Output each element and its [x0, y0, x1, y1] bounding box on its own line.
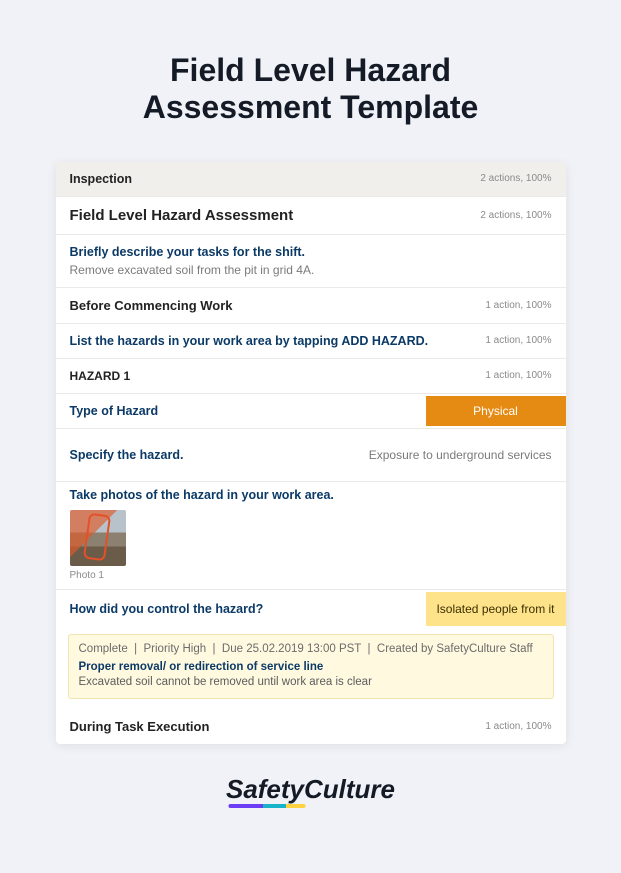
during-meta: 1 action, 100%: [485, 721, 551, 732]
hazard1-row: HAZARD 1 1 action, 100%: [56, 359, 566, 394]
control-prompt: How did you control the hazard?: [70, 590, 264, 628]
tasks-prompt-row: Briefly describe your tasks for the shif…: [56, 235, 566, 261]
during-heading: During Task Execution: [70, 719, 210, 734]
before-heading: Before Commencing Work: [70, 298, 233, 313]
specify-row: Specify the hazard. Exposure to undergro…: [56, 429, 566, 483]
control-row: How did you control the hazard? Isolated…: [56, 590, 566, 628]
specify-prompt: Specify the hazard.: [70, 448, 184, 462]
type-value-badge[interactable]: Physical: [426, 396, 566, 426]
brand-underline-icon: [228, 804, 305, 808]
photos-block: Take photos of the hazard in your work a…: [56, 482, 566, 590]
type-label: Type of Hazard: [70, 394, 159, 428]
list-hazards-prompt: List the hazards in your work area by ta…: [70, 334, 429, 348]
tasks-value: Remove excavated soil from the pit in gr…: [70, 263, 315, 277]
assessment-title: Field Level Hazard Assessment: [70, 207, 294, 224]
during-heading-row: During Task Execution 1 action, 100%: [56, 709, 566, 744]
action-due: Due 25.02.2019 13:00 PST: [222, 643, 361, 655]
control-value-badge[interactable]: Isolated people from it: [426, 592, 566, 626]
before-meta: 1 action, 100%: [485, 300, 551, 311]
before-heading-row: Before Commencing Work 1 action, 100%: [56, 288, 566, 324]
assessment-title-row: Field Level Hazard Assessment 2 actions,…: [56, 197, 566, 235]
assessment-meta: 2 actions, 100%: [480, 210, 551, 221]
list-hazards-row: List the hazards in your work area by ta…: [56, 324, 566, 359]
list-hazards-meta: 1 action, 100%: [485, 335, 551, 346]
brand-logo: SafetyCulture: [226, 774, 395, 805]
action-title: Proper removal/ or redirection of servic…: [79, 661, 543, 673]
inspection-header: Inspection 2 actions, 100%: [56, 162, 566, 197]
action-meta: Complete | Priority High | Due 25.02.201…: [79, 643, 543, 655]
action-created: Created by SafetyCulture Staff: [377, 643, 533, 655]
template-card: Inspection 2 actions, 100% Field Level H…: [56, 162, 566, 745]
hazard1-meta: 1 action, 100%: [485, 370, 551, 381]
photos-prompt: Take photos of the hazard in your work a…: [70, 488, 552, 502]
hazard-photo-thumb[interactable]: [70, 510, 126, 566]
action-status: Complete: [79, 643, 128, 655]
action-box: Complete | Priority High | Due 25.02.201…: [68, 634, 554, 699]
specify-value: Exposure to underground services: [369, 447, 552, 464]
action-subtitle: Excavated soil cannot be removed until w…: [79, 676, 543, 688]
inspection-meta: 2 actions, 100%: [480, 173, 551, 184]
brand-text: SafetyCulture: [226, 774, 395, 804]
type-of-hazard-row: Type of Hazard Physical: [56, 394, 566, 429]
page-title: Field Level Hazard Assessment Template: [0, 0, 621, 150]
photo-caption: Photo 1: [70, 570, 552, 581]
tasks-prompt: Briefly describe your tasks for the shif…: [70, 245, 306, 259]
inspection-label: Inspection: [70, 172, 133, 186]
action-priority: Priority High: [144, 643, 207, 655]
tasks-value-row: Remove excavated soil from the pit in gr…: [56, 261, 566, 288]
hazard1-label: HAZARD 1: [70, 369, 131, 383]
